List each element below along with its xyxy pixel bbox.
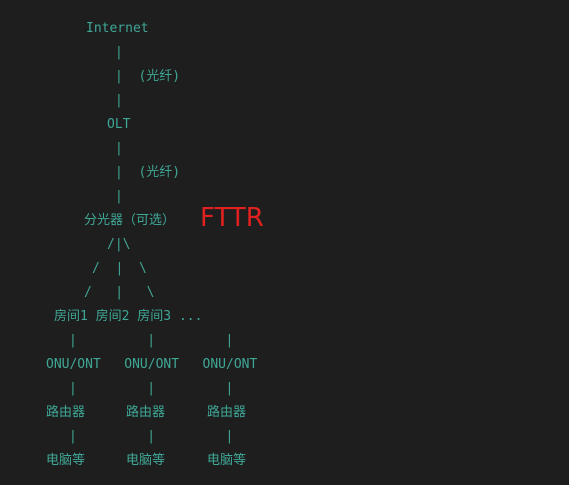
diagram-line-fork: / | \ xyxy=(92,261,147,276)
diagram-line-splitter: 分光器（可选） xyxy=(84,213,176,228)
router-label-2: 路由器 xyxy=(126,405,166,420)
computer-label-3: 电脑等 xyxy=(207,453,247,468)
terminal-output: Internet | | (光纤) | OLT | | (光纤) | 分光器（可… xyxy=(0,0,569,485)
diagram-line-internet: Internet xyxy=(86,21,149,36)
diagram-line-fiber: | (光纤) xyxy=(115,69,181,84)
diagram-line-onu: ONU/ONT ONU/ONT ONU/ONT xyxy=(46,357,258,372)
diagram-line-pipe: | xyxy=(115,141,123,156)
diagram-line-branch-pipes: | | | xyxy=(69,429,234,444)
diagram-line-olt: OLT xyxy=(107,117,131,132)
diagram-line-fork: /|\ xyxy=(107,237,131,252)
fttr-annotation: FTTR xyxy=(200,203,264,233)
diagram-line-branch-pipes: | | | xyxy=(69,333,234,348)
diagram-line-pipe: | xyxy=(115,45,123,60)
computer-label-1: 电脑等 xyxy=(46,453,86,468)
diagram-line-rooms: 房间1 房间2 房间3 ... xyxy=(54,309,203,324)
diagram-line-fiber: | (光纤) xyxy=(115,165,181,180)
computer-label-2: 电脑等 xyxy=(126,453,166,468)
router-label-1: 路由器 xyxy=(46,405,86,420)
diagram-line-pipe: | xyxy=(115,189,123,204)
diagram-line-branch-pipes: | | | xyxy=(69,381,234,396)
diagram-line-pipe: | xyxy=(115,93,123,108)
diagram-line-fork: / | \ xyxy=(84,285,155,300)
router-label-3: 路由器 xyxy=(207,405,247,420)
